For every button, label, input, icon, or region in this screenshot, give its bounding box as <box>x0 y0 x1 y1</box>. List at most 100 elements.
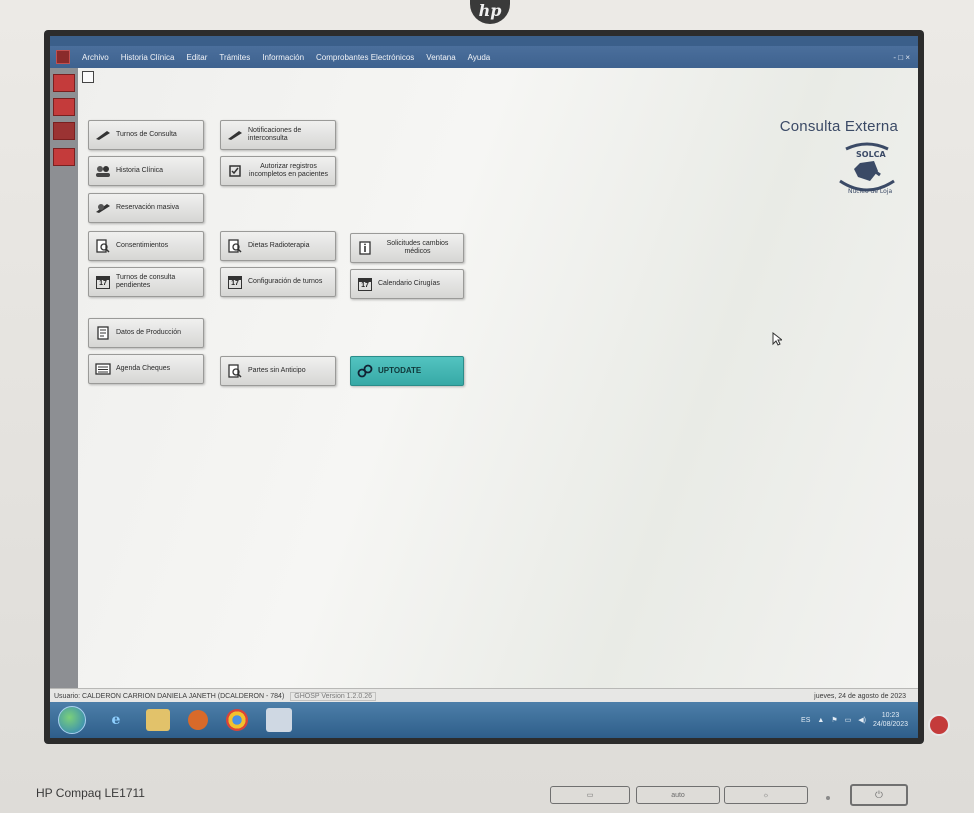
monitor-model-label: HP Compaq LE1711 <box>36 786 145 800</box>
start-button[interactable] <box>58 706 86 734</box>
clock[interactable]: 10:23 24/08/2023 <box>873 711 908 729</box>
auto-label: auto <box>671 791 685 799</box>
dietas-radioterapia-button[interactable]: Dietas Radioterapia <box>220 231 336 261</box>
monitor-menu-button[interactable]: ☼ <box>724 786 808 804</box>
menu-historia-clinica[interactable]: Historia Clínica <box>115 53 181 62</box>
solicitudes-cambios-button[interactable]: Solicitudes cambios médicos <box>350 233 464 263</box>
network-icon[interactable]: ▭ <box>845 716 852 724</box>
folder-icon[interactable] <box>146 709 170 731</box>
configuracion-turnos-button[interactable]: 17 Configuración de turnos <box>220 267 336 297</box>
status-bar: Usuario: CALDERON CARRION DANIELA JANETH… <box>50 688 918 703</box>
button-label: Autorizar registros incompletos en pacie… <box>249 163 328 178</box>
partes-anticipo-button[interactable]: Partes sin Anticipo <box>220 356 336 386</box>
autorizar-registros-button[interactable]: Autorizar registros incompletos en pacie… <box>220 156 336 186</box>
document-search-icon <box>95 239 111 253</box>
desktop-icon-strip <box>50 68 78 698</box>
button-label: Consentimientos <box>116 242 169 249</box>
button-label: Reservación masiva <box>116 204 180 211</box>
menu-bar: Archivo Historia Clínica Editar Trámites… <box>50 46 918 68</box>
window-controls[interactable]: - □ × <box>893 53 918 62</box>
menu-ventana[interactable]: Ventana <box>420 53 461 62</box>
svg-text:Núcleo de Loja: Núcleo de Loja <box>848 188 893 195</box>
button-label: Turnos de consulta pendientes <box>116 274 176 289</box>
form-document-icon <box>95 326 111 340</box>
turnos-pendientes-button[interactable]: 17 Turnos de consulta pendientes <box>88 267 204 297</box>
notificaciones-button[interactable]: Notificaciones de interconsulta <box>220 120 336 150</box>
mdi-workspace: Turnos de Consulta Notificaciones de int… <box>78 68 918 688</box>
pen-icon <box>95 128 111 142</box>
monitor-bezel: hp Archivo Historia Clínica Editar Trámi… <box>0 0 974 813</box>
hp-logo: hp <box>470 0 510 24</box>
app-system-icon[interactable] <box>56 50 70 64</box>
power-led <box>826 796 830 800</box>
sticker-icon <box>928 714 950 736</box>
solca-logo: SOLCA Núcleo de Loja <box>839 142 895 195</box>
internet-explorer-icon[interactable]: e <box>104 709 128 731</box>
volume-icon[interactable]: ◀) <box>858 716 866 724</box>
menu-ayuda[interactable]: Ayuda <box>462 53 497 62</box>
status-version: GHOSP Version 1.2.0.26 <box>290 691 376 701</box>
link-icon <box>357 364 373 378</box>
desktop-app-icon[interactable] <box>53 148 75 166</box>
media-player-icon[interactable] <box>188 710 208 730</box>
menu-tramites[interactable]: Trámites <box>213 53 256 62</box>
menu-editar[interactable]: Editar <box>180 53 213 62</box>
button-label: Turnos de Consulta <box>116 131 177 138</box>
title-bar <box>50 36 918 46</box>
button-label: Agenda Cheques <box>116 365 171 372</box>
app-icon[interactable] <box>266 708 292 732</box>
calendario-cirugias-button[interactable]: 17 Calendario Cirugías <box>350 269 464 299</box>
turnos-consulta-button[interactable]: Turnos de Consulta <box>88 120 204 150</box>
brand-block: Consulta Externa SOLCA Núcleo de Loja <box>780 118 898 204</box>
pen-icon <box>227 128 243 142</box>
reservacion-masiva-button[interactable]: Reservación masiva <box>88 193 204 223</box>
button-label: Partes sin Anticipo <box>248 367 306 374</box>
mouse-cursor-icon <box>772 332 782 346</box>
uptodate-button[interactable]: UPTODATE <box>350 356 464 386</box>
desktop-app-icon[interactable] <box>53 122 75 140</box>
monitor-power-button[interactable]: ⏻ <box>850 784 908 806</box>
child-window-icon[interactable] <box>82 71 94 83</box>
tray-arrow-icon[interactable]: ▲ <box>817 717 824 724</box>
menu-informacion[interactable]: Información <box>256 53 310 62</box>
document-search-icon <box>227 239 243 253</box>
flag-icon[interactable]: ⚑ <box>831 716 837 724</box>
button-label: UPTODATE <box>378 366 422 375</box>
users-icon <box>95 164 111 178</box>
svg-text:SOLCA: SOLCA <box>856 150 887 159</box>
status-user: Usuario: CALDERON CARRION DANIELA JANETH… <box>54 692 285 700</box>
screen: Archivo Historia Clínica Editar Trámites… <box>50 36 918 738</box>
datos-produccion-button[interactable]: Datos de Producción <box>88 318 204 348</box>
document-search-icon <box>227 364 243 378</box>
module-title: Consulta Externa <box>779 118 898 135</box>
language-indicator[interactable]: ES <box>801 717 810 724</box>
calendar-icon: 17 <box>357 277 373 291</box>
button-label: Calendario Cirugías <box>378 280 440 287</box>
list-icon <box>95 362 111 376</box>
button-label: Dietas Radioterapia <box>248 242 310 249</box>
info-document-icon <box>357 241 373 255</box>
agenda-cheques-button[interactable]: Agenda Cheques <box>88 354 204 384</box>
button-label: Historia Clínica <box>116 167 164 174</box>
menu-archivo[interactable]: Archivo <box>76 53 115 62</box>
historia-clinica-button[interactable]: Historia Clínica <box>88 156 204 186</box>
checkbox-icon <box>227 164 243 178</box>
button-label: Datos de Producción <box>116 329 181 336</box>
desktop-app-icon[interactable] <box>53 74 75 92</box>
taskbar: e ES ▲ ⚑ ▭ ◀) 10:23 24/08/2023 <box>50 702 918 738</box>
button-label: Configuración de turnos <box>248 278 323 285</box>
menu-comprobantes[interactable]: Comprobantes Electrónicos <box>310 53 420 62</box>
clock-date: 24/08/2023 <box>872 721 908 728</box>
system-tray: ES ▲ ⚑ ▭ ◀) 10:23 24/08/2023 <box>801 711 918 729</box>
monitor-auto-button[interactable]: auto <box>636 786 720 804</box>
desktop-app-icon[interactable] <box>53 98 75 116</box>
calendar-icon: 17 <box>227 275 243 289</box>
button-label: Notificaciones de interconsulta <box>248 127 302 142</box>
monitor-input-button[interactable]: ▭ <box>550 786 630 804</box>
consentimientos-button[interactable]: Consentimientos <box>88 231 204 261</box>
calendar-icon: 17 <box>95 275 111 289</box>
chrome-icon[interactable] <box>226 709 248 731</box>
pen-icon <box>95 201 111 215</box>
status-date: jueves, 24 de agosto de 2023 <box>814 692 906 700</box>
clock-time: 10:23 <box>881 712 900 719</box>
